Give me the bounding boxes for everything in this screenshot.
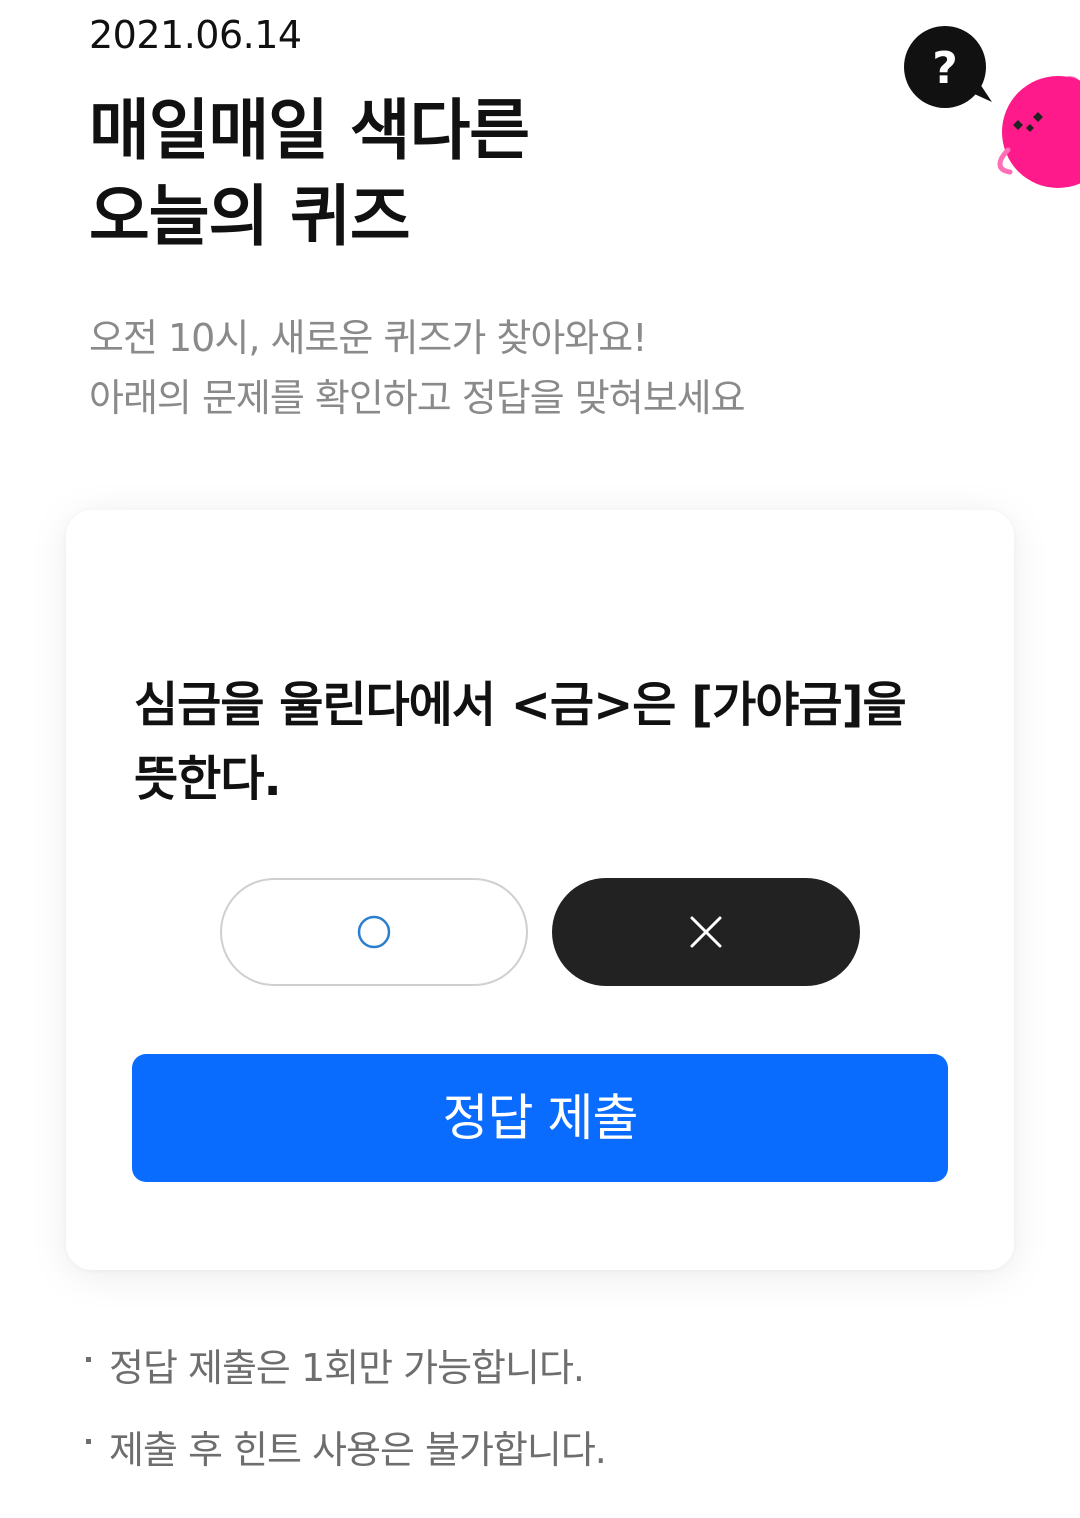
quiz-question: 심금을 울린다에서 <금>은 [가야금]을 뜻한다. <box>134 677 907 807</box>
help-bubble-icon: ? <box>904 26 992 108</box>
answer-o-button[interactable] <box>220 878 528 986</box>
circle-o-icon <box>357 915 391 949</box>
subtitle-line-1: 오전 10시, 새로운 퀴즈가 찾아와요! <box>89 316 647 360</box>
quiz-mascot-icon: ? <box>904 26 1080 188</box>
bullet-icon <box>86 1439 91 1444</box>
x-icon <box>690 916 722 948</box>
title-line-2: 오늘의 퀴즈 <box>89 178 411 255</box>
submit-answer-button[interactable]: 정답 제출 <box>132 1054 948 1182</box>
note-text: 정답 제출은 1회만 가능합니다. <box>109 1346 585 1390</box>
title-line-1: 매일매일 색다른 <box>89 92 530 169</box>
help-bubble-glyph: ? <box>932 43 958 94</box>
note-item: 정답 제출은 1회만 가능합니다. <box>86 1335 606 1417</box>
page-subtitle: 오전 10시, 새로운 퀴즈가 찾아와요! 아래의 문제를 확인하고 정답을 맞… <box>89 308 746 428</box>
subtitle-line-2: 아래의 문제를 확인하고 정답을 맞혀보세요 <box>89 376 746 420</box>
bullet-icon <box>86 1357 91 1362</box>
pink-character-icon <box>997 76 1080 188</box>
answer-x-button[interactable] <box>552 878 860 986</box>
page-title: 매일매일 색다른 오늘의 퀴즈 <box>89 88 530 260</box>
quiz-date: 2021.06.14 <box>89 13 302 57</box>
note-item: 제출 후 힌트 사용은 불가합니다. <box>86 1417 607 1499</box>
quiz-page: 2021.06.14 매일매일 색다른 오늘의 퀴즈 오전 10시, 새로운 퀴… <box>0 0 1080 1518</box>
quiz-card: 심금을 울린다에서 <금>은 [가야금]을 뜻한다. 정답 제출 <box>66 510 1014 1270</box>
note-text: 제출 후 힌트 사용은 불가합니다. <box>109 1428 607 1472</box>
quiz-notes: 정답 제출은 1회만 가능합니다. 제출 후 힌트 사용은 불가합니다. <box>86 1335 607 1499</box>
